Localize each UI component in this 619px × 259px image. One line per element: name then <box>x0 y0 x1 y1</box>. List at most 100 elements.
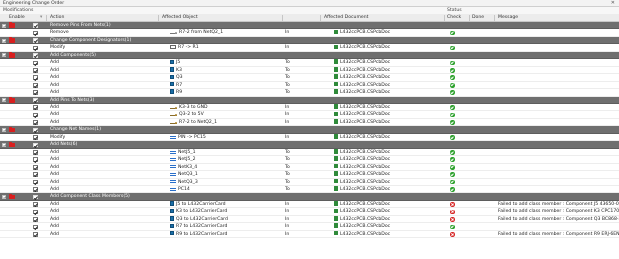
enable-checkbox[interactable] <box>33 187 38 192</box>
affected-document-text: L432ccPCB.CSPcbDoc <box>340 30 391 36</box>
table-row[interactable]: Add R9 to L432CarrierCard In L432ccPCB.CSPc… <box>0 230 619 239</box>
affected-document-text: L432ccPCB.CSPcbDoc <box>340 104 391 110</box>
enable-checkbox[interactable] <box>33 224 38 230</box>
preposition-cell: In <box>285 209 290 215</box>
enable-checkbox[interactable] <box>33 90 38 95</box>
group-row[interactable]: − Change Net Names(1) <box>0 126 619 134</box>
col-done[interactable]: Done <box>472 14 484 22</box>
action-cell: Modify <box>50 134 66 140</box>
affected-object-text: NetQ3_3 <box>178 179 198 185</box>
enable-checkbox[interactable] <box>33 112 38 118</box>
check-ok-icon <box>450 90 455 95</box>
close-icon[interactable]: ✕ <box>611 0 615 7</box>
affected-object-cell: R7 -> R1 <box>170 44 282 51</box>
table-row[interactable]: Add J5 To L432ccPCB.CSPcbDoc <box>0 59 619 67</box>
check-ok-icon <box>450 172 455 177</box>
class-icon <box>170 231 174 236</box>
group-row[interactable]: − Change Component Designators(1) <box>0 36 619 45</box>
group-enable-checkbox[interactable] <box>33 38 38 43</box>
enable-checkbox[interactable] <box>33 217 38 222</box>
col-check[interactable]: Check <box>447 14 461 22</box>
table-row[interactable]: Add NetJ5_2 To L432ccPCB.CSPcbDoc <box>0 156 619 164</box>
enable-checkbox[interactable] <box>33 202 38 207</box>
collapse-icon[interactable]: − <box>2 53 6 58</box>
group-enable-checkbox[interactable] <box>33 194 38 200</box>
sort-icon[interactable]: ▾ <box>40 14 42 22</box>
enable-checkbox[interactable] <box>33 68 38 73</box>
group-enable-checkbox[interactable] <box>33 53 38 58</box>
table-row[interactable]: Add Q3 To L432ccPCB.CSPcbDoc <box>0 74 619 82</box>
enable-checkbox[interactable] <box>33 60 38 66</box>
col-affected-document[interactable]: Affected Document <box>324 14 368 22</box>
preposition-cell: To <box>285 75 290 81</box>
table-row[interactable]: Add R7-2 to NetQ2_1 In L432ccPCB.CSPcbDoc <box>0 119 619 127</box>
group-title: Add Component Class Members(5) <box>50 194 130 200</box>
table-row[interactable]: Modify R7 -> R1 In L432ccPCB.CSPcbDoc <box>0 44 619 52</box>
group-enable-checkbox[interactable] <box>33 142 38 148</box>
col-action[interactable]: Action <box>50 14 64 22</box>
table-row[interactable]: Add Q3-2 to 5V In L432ccPCB.CSPcbDoc <box>0 111 619 119</box>
table-row[interactable]: Add K3 To L432ccPCB.CSPcbDoc <box>0 66 619 75</box>
enable-checkbox[interactable] <box>33 157 38 163</box>
table-row[interactable]: Add J5 to L432CarrierCard In L432ccPCB.CSPc… <box>0 201 619 209</box>
group-row[interactable]: − Add Pins To Nets(3) <box>0 96 619 104</box>
enable-checkbox[interactable] <box>33 231 38 237</box>
table-row[interactable]: Add K3-3 to GND In L432ccPCB.CSPcbDoc <box>0 104 619 112</box>
enable-checkbox[interactable] <box>33 105 38 110</box>
table-row[interactable]: Add R7 to L432CarrierCard In L432ccPCB.CSPc… <box>0 223 619 231</box>
enable-checkbox[interactable] <box>33 75 38 81</box>
table-row[interactable]: Add R9 To L432ccPCB.CSPcbDoc <box>0 89 619 97</box>
affected-object-text: K3 to L432CarrierCard <box>176 209 228 215</box>
collapse-icon[interactable]: − <box>2 38 6 43</box>
check-error-icon <box>450 231 455 237</box>
affected-document-text: L432ccPCB.CSPcbDoc <box>340 164 391 170</box>
collapse-icon[interactable]: − <box>2 98 6 103</box>
group-enable-checkbox[interactable] <box>33 23 38 28</box>
pcb-document-icon <box>334 89 338 94</box>
enable-checkbox[interactable] <box>33 179 38 185</box>
affected-document-cell: L432ccPCB.CSPcbDoc <box>334 119 444 126</box>
affected-object-cell: R7-2 from NetQ2_1 <box>170 29 282 36</box>
affected-object-cell: R7-2 to NetQ2_1 <box>170 119 282 126</box>
enable-checkbox[interactable] <box>33 209 38 215</box>
affected-object-text: Q3 to L432CarrierCard <box>176 216 228 222</box>
enable-checkbox[interactable] <box>33 120 38 125</box>
group-enable-checkbox[interactable] <box>33 97 38 103</box>
group-enable-checkbox[interactable] <box>33 127 38 133</box>
enable-checkbox[interactable] <box>33 30 38 36</box>
table-row[interactable]: Add PC14 To L432ccPCB.CSPcbDoc <box>0 186 619 194</box>
enable-checkbox[interactable] <box>33 172 38 177</box>
group-row[interactable]: − Add Component Class Members(5) <box>0 193 619 201</box>
table-row[interactable]: Add Q3 to L432CarrierCard In L432ccPCB.CSPc… <box>0 215 619 224</box>
collapse-icon[interactable]: − <box>2 195 6 200</box>
preposition-cell: In <box>285 231 290 237</box>
class-icon <box>170 201 174 206</box>
collapse-icon[interactable]: − <box>2 127 6 132</box>
table-row[interactable]: Add NetK3_4 To L432ccPCB.CSPcbDoc <box>0 163 619 172</box>
component-icon <box>170 59 174 65</box>
table-row[interactable]: Add NetQ3_1 To L432ccPCB.CSPcbDoc <box>0 171 619 179</box>
col-affected-object[interactable]: Affected Object <box>162 14 198 22</box>
check-ok-icon <box>450 45 455 51</box>
enable-checkbox[interactable] <box>33 164 38 170</box>
affected-object-text: NetJ5_1 <box>178 149 196 155</box>
enable-checkbox[interactable] <box>33 45 38 51</box>
enable-checkbox[interactable] <box>33 82 38 88</box>
table-row[interactable]: Modify PIN -> PC15 In L432ccPCB.CSPcbDoc <box>0 134 619 142</box>
affected-document-cell: L432ccPCB.CSPcbDoc <box>334 156 444 163</box>
col-message[interactable]: Message <box>498 14 518 22</box>
table-row[interactable]: Add NetJ5_1 To L432ccPCB.CSPcbDoc <box>0 148 619 157</box>
table-row[interactable]: Remove R7-2 from NetQ2_1 In L432ccPCB.CSPcb… <box>0 29 619 37</box>
collapse-icon[interactable]: − <box>2 23 6 28</box>
table-row[interactable]: Add NetQ3_3 To L432ccPCB.CSPcbDoc <box>0 178 619 186</box>
col-enable[interactable]: Enable <box>9 14 25 22</box>
group-row[interactable]: − Add Nets(6) <box>0 141 619 149</box>
collapse-icon[interactable]: − <box>2 142 6 147</box>
table-row[interactable]: Add K3 to L432CarrierCard In L432ccPCB.CSPc… <box>0 208 619 216</box>
affected-document-text: L432ccPCB.CSPcbDoc <box>340 186 391 192</box>
group-row[interactable]: − Add Components(5) <box>0 51 619 60</box>
enable-checkbox[interactable] <box>33 150 38 155</box>
enable-checkbox[interactable] <box>33 135 38 140</box>
group-row[interactable]: − Remove Pins From Nets(1) <box>0 22 619 30</box>
table-row[interactable]: Add R7 To L432ccPCB.CSPcbDoc <box>0 81 619 90</box>
